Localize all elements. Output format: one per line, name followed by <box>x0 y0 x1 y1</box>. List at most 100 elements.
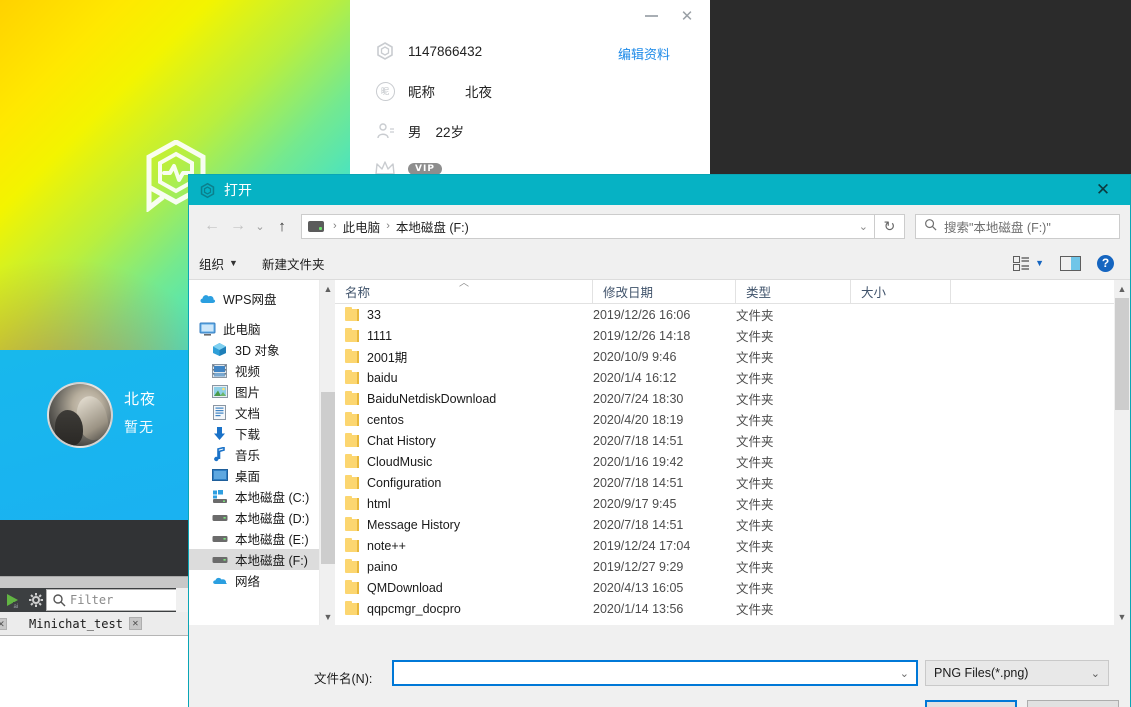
table-row[interactable]: QMDownload 2020/4/13 16:05 文件夹 <box>335 577 1114 598</box>
ide-tab-label: Minichat_test <box>29 616 123 631</box>
back-button[interactable]: ← <box>199 213 225 239</box>
desktop-icon <box>211 468 228 484</box>
close-icon[interactable]: ✕ <box>128 617 142 630</box>
edit-profile-link[interactable]: 编辑资料 <box>618 44 670 63</box>
refresh-button[interactable]: ↻ <box>875 213 905 239</box>
address-breadcrumb-bar[interactable]: › 此电脑 › 本地磁盘 (F:) ⌄ <box>301 213 875 239</box>
table-row[interactable]: 2001期 2020/10/9 9:46 文件夹 <box>335 346 1114 367</box>
file-date-cell: 2020/4/20 18:19 <box>593 412 684 427</box>
sidebar-item-wps-cloud[interactable]: WPS网盘 <box>189 288 319 309</box>
chevron-down-icon[interactable]: ⌄ <box>900 667 909 680</box>
minimize-icon[interactable] <box>640 5 662 27</box>
folder-icon <box>345 474 359 489</box>
sidebar-item-network[interactable]: 网络 <box>189 570 319 591</box>
cancel-button[interactable]: 取消 <box>1027 700 1119 707</box>
tab-close-icon-left[interactable]: ✕ <box>0 617 7 630</box>
column-header-name[interactable]: 名称 ︿ <box>335 280 593 304</box>
file-name-cell: 1111 <box>335 327 593 343</box>
sidebar-item-documents[interactable]: 文档 <box>189 402 319 423</box>
table-row[interactable]: Message History 2020/7/18 14:51 文件夹 <box>335 514 1114 535</box>
up-button[interactable]: ↑ <box>269 213 295 239</box>
cloud-icon <box>199 291 216 307</box>
file-name-cell: CloudMusic <box>335 453 593 469</box>
preview-pane-icon[interactable] <box>1060 255 1081 271</box>
sidebar-item-pictures[interactable]: 图片 <box>189 381 319 402</box>
scrollbar-thumb[interactable] <box>1115 298 1129 410</box>
run-icon[interactable]: ai <box>4 591 22 610</box>
dialog-body: WPS网盘 此电脑 3D 对象 视频 图片 文档 下载 音乐 桌面 本地磁盘 (… <box>189 280 1130 625</box>
help-icon[interactable]: ? <box>1097 254 1114 272</box>
folder-icon <box>345 558 359 573</box>
close-icon[interactable]: ✕ <box>676 5 698 27</box>
close-icon[interactable]: ✕ <box>1082 175 1124 205</box>
file-name-cell: Message History <box>335 516 593 532</box>
new-folder-label: 新建文件夹 <box>261 257 325 272</box>
scroll-down-icon[interactable]: ▼ <box>1114 608 1130 625</box>
scroll-down-icon[interactable]: ▼ <box>320 608 336 625</box>
table-row[interactable]: 33 2019/12/26 16:06 文件夹 <box>335 304 1114 325</box>
table-row[interactable]: note++ 2019/12/24 17:04 文件夹 <box>335 535 1114 556</box>
file-date-cell: 2019/12/27 9:29 <box>593 559 684 574</box>
folder-icon <box>345 600 359 615</box>
filter-input[interactable]: Filter <box>46 589 188 611</box>
column-header-type[interactable]: 类型 <box>736 280 851 304</box>
search-icon <box>53 594 66 607</box>
table-row[interactable]: centos 2020/4/20 18:19 文件夹 <box>335 409 1114 430</box>
table-row[interactable]: 1111 2019/12/26 14:18 文件夹 <box>335 325 1114 346</box>
file-name-text: note++ <box>367 538 406 553</box>
scrollbar-thumb[interactable] <box>321 392 335 564</box>
table-row[interactable]: Configuration 2020/7/18 14:51 文件夹 <box>335 472 1114 493</box>
open-button[interactable]: 打开(O) <box>925 700 1017 707</box>
chevron-down-icon[interactable]: ⌄ <box>859 220 868 233</box>
sidebar-item-3d-objects[interactable]: 3D 对象 <box>189 339 319 360</box>
sidebar-item-downloads[interactable]: 下载 <box>189 423 319 444</box>
sidebar-item-music[interactable]: 音乐 <box>189 444 319 465</box>
file-name-cell: 33 <box>335 306 593 322</box>
video-icon <box>211 363 228 379</box>
file-list-scrollbar[interactable]: ▲ ▼ <box>1114 280 1130 625</box>
forward-button[interactable]: → <box>225 213 251 239</box>
table-row[interactable]: qqpcmgr_docpro 2020/1/14 13:56 文件夹 <box>335 598 1114 619</box>
sidebar-item-local-disk-c[interactable]: 本地磁盘 (C:) <box>189 486 319 507</box>
file-name-text: 33 <box>367 307 381 322</box>
gear-icon[interactable] <box>28 592 44 608</box>
table-row[interactable]: paino 2019/12/27 9:29 文件夹 <box>335 556 1114 577</box>
sidebar-scrollbar[interactable]: ▲ ▼ <box>319 280 335 625</box>
filename-input[interactable]: ⌄ <box>392 660 918 686</box>
change-view-button[interactable]: ▼ <box>1013 255 1044 271</box>
scroll-up-icon[interactable]: ▲ <box>1114 280 1130 297</box>
file-type-select[interactable]: PNG Files(*.png) ⌄ <box>925 660 1109 686</box>
scroll-up-icon[interactable]: ▲ <box>320 280 336 297</box>
file-name-cell: baidu <box>335 369 593 385</box>
sidebar-item-local-disk-d[interactable]: 本地磁盘 (D:) <box>189 507 319 528</box>
sidebar-item-this-pc[interactable]: 此电脑 <box>189 318 319 339</box>
column-header-size[interactable]: 大小 <box>851 280 951 304</box>
sidebar-item-desktop[interactable]: 桌面 <box>189 465 319 486</box>
breadcrumb-local-disk-f[interactable]: 本地磁盘 (F:) <box>396 217 469 236</box>
file-name-cell: paino <box>335 558 593 574</box>
breadcrumb-this-pc[interactable]: 此电脑 <box>343 217 381 236</box>
file-date-cell: 2020/4/13 16:05 <box>593 580 684 595</box>
organize-button[interactable]: 组织 ▼ <box>199 254 238 273</box>
sidebar-item-local-disk-f[interactable]: 本地磁盘 (F:) <box>189 549 319 570</box>
column-header-date[interactable]: 修改日期 <box>593 280 736 304</box>
new-folder-button[interactable]: 新建文件夹 <box>262 254 325 273</box>
sidebar-item-label: 此电脑 <box>223 323 261 337</box>
file-name-text: html <box>367 496 391 511</box>
ide-tab-minichat-test[interactable]: Minichat_test ✕ <box>29 617 142 631</box>
table-row[interactable]: Chat History 2020/7/18 14:51 文件夹 <box>335 430 1114 451</box>
file-type-cell: 文件夹 <box>736 603 774 617</box>
sidebar-item-videos[interactable]: 视频 <box>189 360 319 381</box>
avatar[interactable] <box>47 382 113 448</box>
file-name-text: BaiduNetdiskDownload <box>367 391 497 406</box>
table-row[interactable]: html 2020/9/17 9:45 文件夹 <box>335 493 1114 514</box>
table-row[interactable]: baidu 2020/1/4 16:12 文件夹 <box>335 367 1114 388</box>
search-input[interactable]: 搜索"本地磁盘 (F:)" <box>915 213 1120 239</box>
table-row[interactable]: CloudMusic 2020/1/16 19:42 文件夹 <box>335 451 1114 472</box>
folder-icon <box>345 348 359 363</box>
file-name-cell: 2001期 <box>335 347 593 366</box>
sidebar-item-local-disk-e[interactable]: 本地磁盘 (E:) <box>189 528 319 549</box>
recent-locations-button[interactable]: ⌄ <box>251 213 269 239</box>
table-row[interactable]: BaiduNetdiskDownload 2020/7/24 18:30 文件夹 <box>335 388 1114 409</box>
sidebar-item-label: 图片 <box>235 386 261 400</box>
